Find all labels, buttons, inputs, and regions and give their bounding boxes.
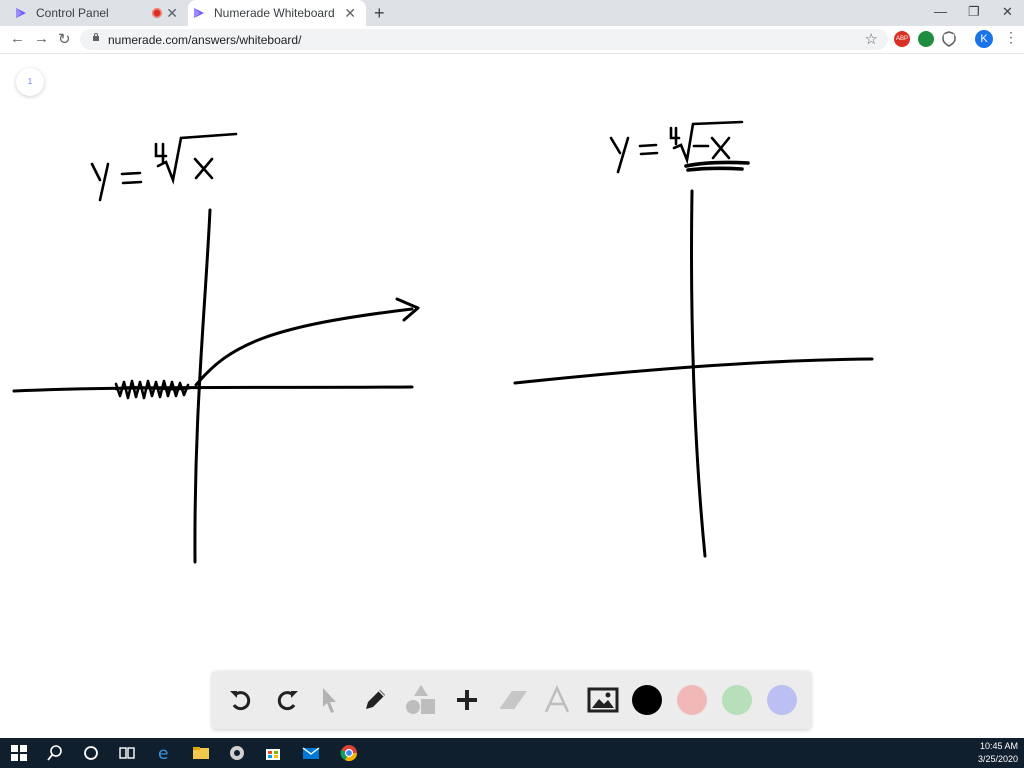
whiteboard-toolbar — [212, 671, 811, 729]
undo-icon — [230, 691, 251, 711]
tab-control-panel[interactable]: Control Panel ✕ — [10, 0, 188, 26]
whiteboard-canvas[interactable]: 1 — [0, 54, 1024, 738]
forward-icon[interactable]: → — [34, 30, 49, 47]
mail-icon[interactable] — [302, 744, 320, 762]
windows-taskbar: e 10:45 AM 3/25/2020 — [0, 738, 1024, 768]
file-explorer-icon[interactable] — [192, 744, 210, 762]
domain-scribble — [114, 379, 192, 400]
right-equation — [609, 120, 750, 174]
profile-avatar[interactable]: K — [975, 30, 993, 48]
app-icon[interactable] — [228, 744, 246, 762]
fourth-root-curve — [194, 307, 414, 387]
pencil-icon — [366, 690, 385, 709]
redo-icon — [277, 691, 298, 711]
pointer-tool[interactable] — [312, 683, 346, 717]
image-tool[interactable] — [586, 683, 620, 717]
numerade-logo-icon — [194, 8, 204, 18]
numerade-logo-icon — [16, 8, 26, 18]
browser-menu-icon[interactable]: ⋮ — [1004, 29, 1018, 46]
back-icon[interactable]: ← — [10, 30, 25, 47]
extension-icon[interactable] — [918, 31, 934, 47]
minimize-icon[interactable]: — — [934, 4, 947, 19]
system-clock[interactable]: 10:45 AM 3/25/2020 — [978, 740, 1018, 766]
color-blue-swatch[interactable] — [767, 685, 797, 715]
left-equation — [90, 132, 238, 202]
pencil-tool[interactable] — [358, 683, 392, 717]
shield-extension-icon[interactable] — [942, 31, 956, 47]
url-text: numerade.com/answers/whiteboard/ — [108, 33, 302, 47]
clock-time: 10:45 AM — [979, 741, 1018, 751]
add-icon — [457, 690, 477, 710]
text-icon — [544, 685, 570, 713]
left-x-axis — [12, 385, 414, 393]
color-green-swatch[interactable] — [722, 685, 752, 715]
bookmark-star-icon[interactable]: ☆ — [865, 30, 878, 48]
undo-button[interactable] — [224, 683, 258, 717]
task-view-icon[interactable] — [118, 744, 136, 762]
eraser-icon — [500, 691, 527, 709]
left-y-axis — [193, 208, 212, 564]
recording-icon — [152, 8, 162, 18]
shapes-icon — [406, 685, 435, 714]
close-icon[interactable]: ✕ — [166, 5, 178, 21]
tab-title: Control Panel — [36, 6, 109, 20]
browser-toolbar: ← → ↻ numerade.com/answers/whiteboard/ ☆ — [0, 26, 1024, 54]
right-y-axis — [690, 189, 707, 558]
windows-start-icon[interactable] — [10, 744, 28, 762]
tab-numerade-whiteboard[interactable]: Numerade Whiteboard ✕ — [188, 0, 366, 26]
cortana-icon[interactable] — [82, 744, 100, 762]
new-tab-button[interactable]: + — [374, 3, 385, 23]
reload-icon[interactable]: ↻ — [58, 30, 71, 48]
whiteboard-drawing — [12, 120, 874, 564]
svg-text:e: e — [158, 744, 168, 762]
shapes-tool[interactable] — [404, 683, 438, 717]
eraser-tool[interactable] — [496, 683, 530, 717]
restore-icon[interactable]: ❐ — [968, 4, 980, 20]
address-bar[interactable]: numerade.com/answers/whiteboard/ ☆ — [80, 29, 888, 50]
image-icon — [587, 687, 619, 713]
adblock-extension-icon[interactable]: ABP — [894, 31, 910, 47]
search-icon[interactable] — [46, 744, 64, 762]
tab-title: Numerade Whiteboard — [214, 6, 335, 20]
close-icon[interactable]: ✕ — [344, 5, 356, 21]
pointer-icon — [323, 688, 336, 713]
edge-browser-icon[interactable]: e — [156, 744, 174, 762]
color-black-swatch[interactable] — [632, 685, 662, 715]
lock-icon — [93, 33, 99, 41]
add-button[interactable] — [450, 683, 484, 717]
color-red-swatch[interactable] — [677, 685, 707, 715]
window-close-icon[interactable]: ✕ — [1002, 4, 1013, 20]
browser-tab-strip: Control Panel ✕ Numerade Whiteboard ✕ + … — [0, 0, 1024, 26]
clock-date: 3/25/2020 — [977, 754, 1018, 764]
text-tool[interactable] — [540, 683, 574, 717]
chrome-icon[interactable] — [340, 744, 358, 762]
store-icon[interactable] — [264, 744, 282, 762]
redo-button[interactable] — [270, 683, 304, 717]
